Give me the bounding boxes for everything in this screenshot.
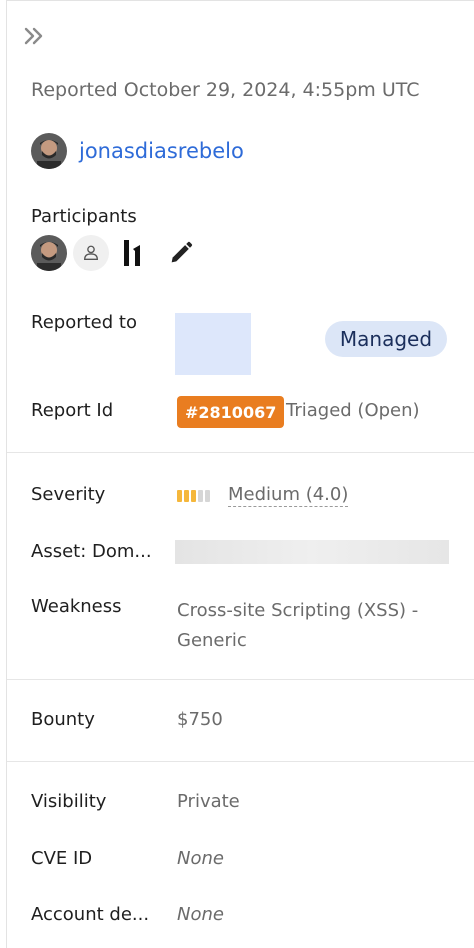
severity-meter-segment [205, 490, 210, 502]
weakness-label: Weakness [31, 596, 122, 617]
bounty-label: Bounty [31, 709, 95, 730]
report-state: Triaged (Open) [286, 400, 420, 421]
program-logo[interactable] [175, 313, 251, 375]
managed-badge: Managed [325, 321, 447, 357]
severity-meter-segment [198, 490, 203, 502]
participant-avatar[interactable] [31, 235, 67, 271]
reporter-username-link[interactable]: jonasdiasrebelo [79, 139, 244, 163]
report-id-label: Report Id [31, 400, 114, 421]
user-icon[interactable] [73, 235, 109, 271]
reported-to-label: Reported to [31, 312, 137, 333]
report-id-badge[interactable]: #2810067 [177, 396, 285, 428]
severity-value[interactable]: Medium (4.0) [228, 484, 349, 507]
hackerone-logo-icon[interactable] [115, 235, 151, 271]
reporter: jonasdiasrebelo [31, 133, 244, 169]
divider [7, 761, 474, 762]
severity-meter-segment [184, 490, 189, 502]
asset-value-redacted [175, 540, 449, 564]
report-sidebar: Reported October 29, 2024, 4:55pm UTC jo… [6, 0, 474, 948]
participants-label: Participants [31, 206, 137, 227]
weakness-value: Cross-site Scripting (XSS) - Generic [177, 600, 419, 651]
participants-list [31, 235, 195, 271]
divider [7, 452, 474, 453]
double-chevron-right-icon[interactable] [23, 25, 45, 47]
severity-meter-segment [191, 490, 196, 502]
reporter-avatar[interactable] [31, 133, 67, 169]
reported-timestamp: Reported October 29, 2024, 4:55pm UTC [31, 79, 420, 101]
visibility-value: Private [177, 791, 240, 812]
asset-label: Asset: Dom... [31, 541, 152, 562]
pencil-icon[interactable] [167, 239, 195, 267]
severity-meter-segment [177, 490, 182, 502]
cve-id-value: None [177, 848, 224, 869]
severity-label: Severity [31, 484, 106, 505]
cve-id-label: CVE ID [31, 848, 93, 869]
account-details-label: Account de... [31, 904, 150, 925]
severity-meter [177, 490, 210, 502]
divider [7, 679, 474, 680]
visibility-label: Visibility [31, 791, 107, 812]
bounty-value: $750 [177, 709, 223, 730]
account-details-value: None [177, 904, 224, 925]
